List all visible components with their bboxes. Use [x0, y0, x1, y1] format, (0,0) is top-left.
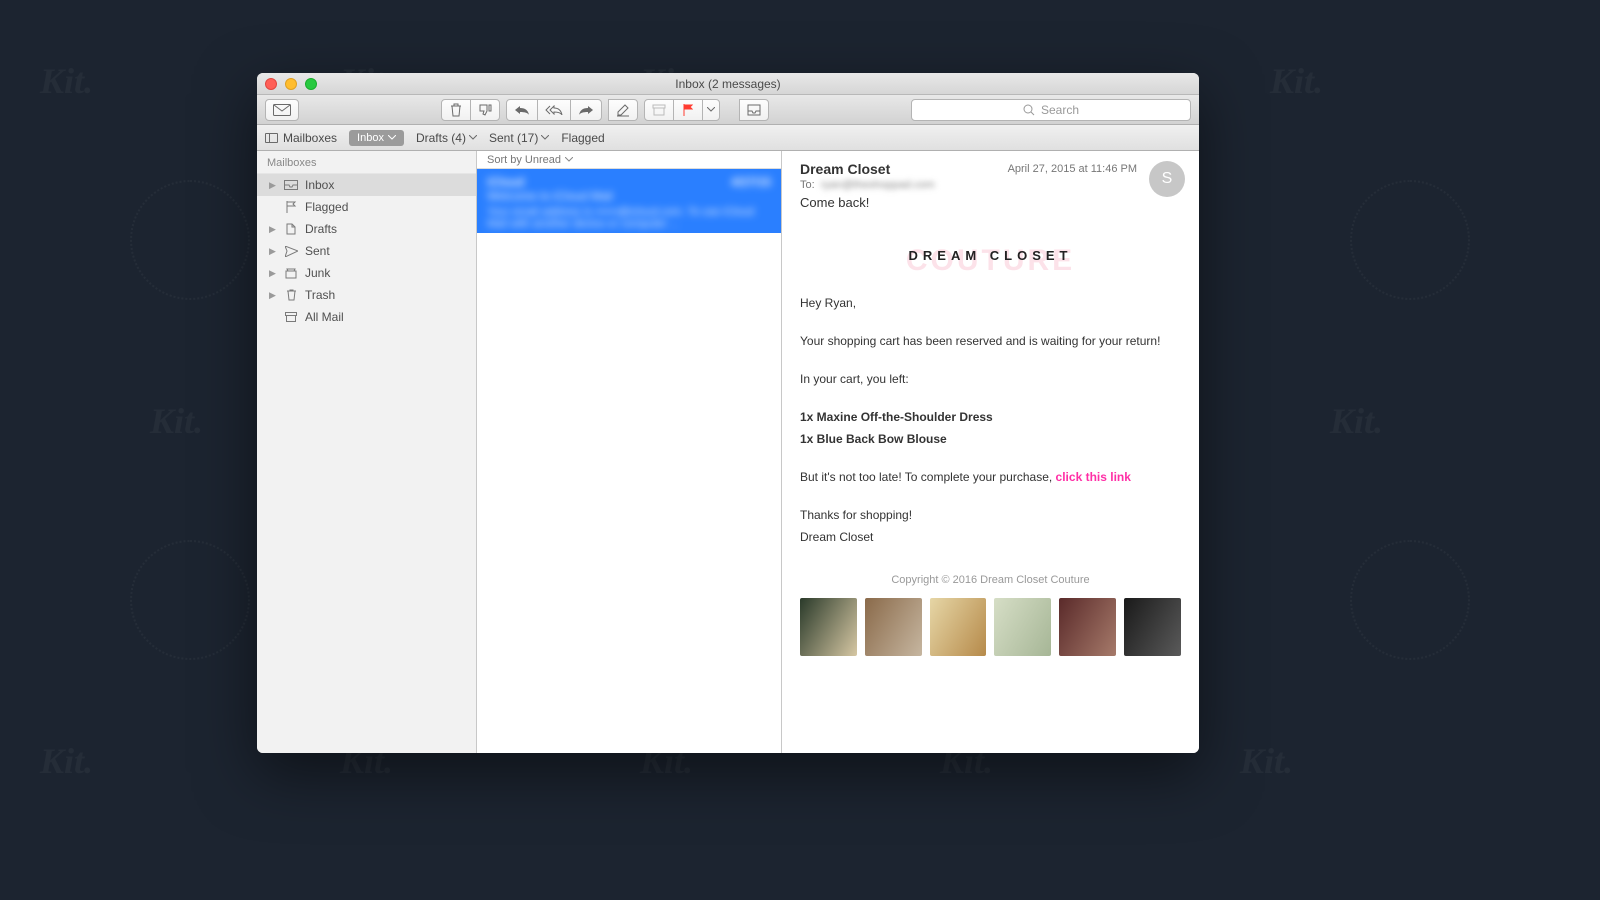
window-title: Inbox (2 messages): [675, 77, 780, 91]
body-lead: In your cart, you left:: [800, 370, 1181, 388]
body-paragraph: Your shopping cart has been reserved and…: [800, 332, 1181, 350]
search-icon: [1023, 104, 1035, 116]
sidebar-item-label: Trash: [305, 288, 335, 302]
product-thumbnails: [800, 598, 1181, 656]
product-thumbnail[interactable]: [865, 598, 922, 656]
sidebar-item-junk[interactable]: ▶ Junk: [257, 262, 476, 284]
cart-item: 1x Maxine Off-the-Shoulder Dress: [800, 408, 1181, 426]
message-subject: Come back!: [800, 195, 1181, 210]
favorite-inbox[interactable]: Inbox: [349, 130, 404, 146]
product-thumbnail[interactable]: [1124, 598, 1181, 656]
reply-all-icon: [545, 105, 563, 115]
get-mail-button[interactable]: [265, 99, 299, 121]
junk-icon: [283, 268, 299, 279]
sidebar-item-label: All Mail: [305, 310, 344, 324]
archive-button[interactable]: [644, 99, 674, 121]
favorite-flagged[interactable]: Flagged: [561, 131, 604, 145]
sidebar-item-label: Flagged: [305, 200, 348, 214]
product-thumbnail[interactable]: [994, 598, 1051, 656]
cart-item: 1x Blue Back Bow Blouse: [800, 430, 1181, 448]
junk-button[interactable]: [470, 99, 500, 121]
chevron-down-icon: [388, 135, 396, 140]
complete-purchase-link[interactable]: click this link: [1056, 470, 1131, 484]
sidebar-item-label: Junk: [305, 266, 330, 280]
toolbar: Search: [257, 95, 1199, 125]
paper-plane-icon: [283, 246, 299, 257]
disclosure-triangle-icon[interactable]: ▶: [269, 290, 277, 301]
trash-icon: [450, 103, 462, 117]
forward-button[interactable]: [570, 99, 602, 121]
sidebar-item-trash[interactable]: ▶ Trash: [257, 284, 476, 306]
message-list-item[interactable]: iCloud4/27/15 Welcome to iCloud Mail You…: [477, 169, 781, 233]
thumbs-down-icon: [478, 104, 492, 116]
body-thanks: Thanks for shopping!: [800, 506, 1181, 524]
reply-button[interactable]: [506, 99, 538, 121]
message-body: COUTURE DREAM CLOSET Hey Ryan, Your shop…: [782, 218, 1199, 656]
favorites-bar: Mailboxes Inbox Drafts (4) Sent (17) Fla…: [257, 125, 1199, 151]
window-close-button[interactable]: [265, 78, 277, 90]
sidebar-item-sent[interactable]: ▶ Sent: [257, 240, 476, 262]
mailboxes-toggle[interactable]: Mailboxes: [265, 131, 337, 145]
chevron-down-icon: [565, 157, 573, 162]
mailboxes-sidebar: Mailboxes ▶ Inbox Flagged ▶ Drafts ▶ Sen…: [257, 151, 477, 753]
sidebar-item-flagged[interactable]: Flagged: [257, 196, 476, 218]
flag-button[interactable]: [673, 99, 703, 121]
favorite-sent[interactable]: Sent (17): [489, 131, 549, 145]
disclosure-triangle-icon[interactable]: ▶: [269, 246, 277, 257]
sidebar-item-label: Sent: [305, 244, 330, 258]
inbox-icon: [747, 104, 761, 116]
window-zoom-button[interactable]: [305, 78, 317, 90]
compose-button[interactable]: [608, 99, 638, 121]
message-list: Sort by Unread iCloud4/27/15 Welcome to …: [477, 151, 782, 753]
trash-icon: [283, 289, 299, 301]
product-thumbnail[interactable]: [800, 598, 857, 656]
disclosure-triangle-icon[interactable]: ▶: [269, 180, 277, 191]
disclosure-triangle-icon[interactable]: ▶: [269, 268, 277, 279]
sidebar-item-label: Drafts: [305, 222, 337, 236]
forward-icon: [578, 105, 594, 115]
compose-icon: [616, 103, 630, 117]
sidebar-item-all-mail[interactable]: All Mail: [257, 306, 476, 328]
sidebar-section-header: Mailboxes: [257, 151, 476, 174]
mail-app-window: Inbox (2 messages): [257, 73, 1199, 753]
archive-icon: [283, 312, 299, 322]
titlebar: Inbox (2 messages): [257, 73, 1199, 95]
product-thumbnail[interactable]: [1059, 598, 1116, 656]
move-button[interactable]: [739, 99, 769, 121]
chevron-down-icon: [469, 135, 477, 140]
sidebar-toggle-icon: [265, 133, 278, 143]
window-minimize-button[interactable]: [285, 78, 297, 90]
product-thumbnail[interactable]: [930, 598, 987, 656]
disclosure-triangle-icon[interactable]: ▶: [269, 224, 277, 235]
chevron-down-icon: [707, 107, 715, 112]
body-signature: Dream Closet: [800, 528, 1181, 546]
sidebar-item-label: Inbox: [305, 178, 334, 192]
delete-button[interactable]: [441, 99, 471, 121]
reply-all-button[interactable]: [537, 99, 571, 121]
search-input[interactable]: Search: [911, 99, 1191, 121]
flag-icon: [283, 201, 299, 213]
message-list-sort[interactable]: Sort by Unread: [477, 151, 781, 169]
body-paragraph: But it's not too late! To complete your …: [800, 468, 1181, 486]
message-date: April 27, 2015 at 11:46 PM: [1008, 163, 1137, 175]
chevron-down-icon: [541, 135, 549, 140]
inbox-icon: [283, 180, 299, 190]
brand-logo: COUTURE DREAM CLOSET: [800, 246, 1181, 266]
body-greeting: Hey Ryan,: [800, 294, 1181, 312]
flag-dropdown-button[interactable]: [702, 99, 720, 121]
archive-icon: [652, 104, 666, 116]
message-reader: Dream Closet April 27, 2015 at 11:46 PM …: [782, 151, 1199, 753]
reply-icon: [514, 105, 530, 115]
favorite-drafts[interactable]: Drafts (4): [416, 131, 477, 145]
sidebar-item-drafts[interactable]: ▶ Drafts: [257, 218, 476, 240]
sidebar-item-inbox[interactable]: ▶ Inbox: [257, 174, 476, 196]
message-to: To: ryan@theshoppad.com: [800, 179, 1181, 191]
email-copyright: Copyright © 2016 Dream Closet Couture: [800, 572, 1181, 589]
flag-icon: [683, 104, 693, 116]
sender-avatar: S: [1149, 161, 1185, 197]
envelope-icon: [273, 104, 291, 116]
document-icon: [283, 223, 299, 235]
